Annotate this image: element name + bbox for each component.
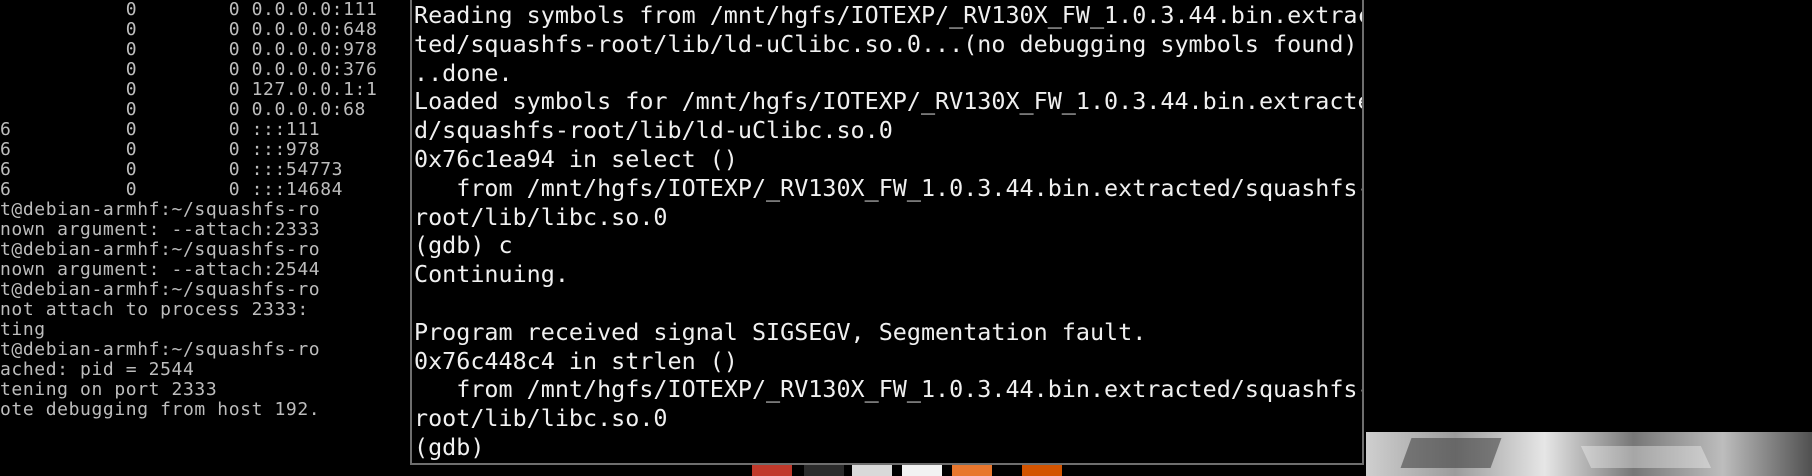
- terminal-line: Continuing.: [414, 260, 1362, 289]
- terminal-line: ..done.: [414, 58, 1362, 88]
- terminal-line: from /mnt/hgfs/IOTEXP/_RV130X_FW_1.0.3.4…: [414, 173, 1364, 203]
- terminal-line: ted/squashfs-root/lib/ld-uClibc.so.0...(…: [414, 29, 1364, 59]
- terminal-line-text: ..done.: [414, 58, 513, 87]
- background-terminal-line: t@debian-armhf:~/squashfs-ro: [0, 339, 321, 360]
- background-terminal-line: 0 0 0.0.0.0:978: [0, 39, 378, 60]
- terminal-line: d/squashfs-root/lib/ld-uClibc.so.0: [414, 116, 1362, 145]
- gdb-terminal-window[interactable]: Reading symbols from /mnt/hgfs/IOTEXP/_R…: [410, 0, 1364, 465]
- background-terminal[interactable]: 0 0 0.0.0.0:111 0 0 0.0.0.0:648 0 0 0.0.…: [0, 0, 420, 476]
- terminal-line-text: Program received signal SIGSEGV, Segment…: [414, 317, 1147, 346]
- background-terminal-line: 6 0 0 :::978: [0, 139, 321, 160]
- background-terminal-line: 0 0 0.0.0.0:648: [0, 19, 378, 40]
- terminal-line-text: Continuing.: [414, 260, 569, 289]
- background-terminal-line: not attach to process 2333:: [0, 299, 309, 320]
- terminal-line-text: from /mnt/hgfs/IOTEXP/_RV130X_FW_1.0.3.4…: [414, 173, 1364, 202]
- terminal-line-text: (gdb): [414, 432, 499, 461]
- terminal-line: root/lib/libc.so.0: [414, 404, 1362, 433]
- background-terminal-line: 0 0 0.0.0.0:111: [0, 0, 378, 20]
- terminal-line: from /mnt/hgfs/IOTEXP/_RV130X_FW_1.0.3.4…: [414, 375, 1364, 404]
- gdb-prompt-line[interactable]: (gdb): [414, 432, 1362, 462]
- terminal-line-text: 0x76c448c4 in strlen (): [414, 346, 738, 375]
- background-terminal-line: ote debugging from host 192.: [0, 399, 321, 420]
- terminal-line-text: 0x76c1ea94 in select (): [414, 144, 738, 173]
- background-terminal-line: tening on port 2333: [0, 379, 218, 400]
- terminal-line-text: d/squashfs-root/lib/ld-uClibc.so.0: [414, 116, 893, 145]
- terminal-line: 0x76c1ea94 in select (): [414, 144, 1362, 174]
- background-terminal-line: 0 0 127.0.0.1:1: [0, 79, 378, 100]
- desktop-wallpaper: [1366, 432, 1812, 476]
- text-cursor: [499, 436, 511, 458]
- background-terminal-line: t@debian-armhf:~/squashfs-ro: [0, 199, 321, 220]
- terminal-output: Reading symbols from /mnt/hgfs/IOTEXP/_R…: [412, 1, 1364, 462]
- background-terminal-line: ached: pid = 2544: [0, 359, 195, 380]
- terminal-line: 0x76c448c4 in strlen (): [414, 346, 1362, 376]
- terminal-line-text: Reading symbols from /mnt/hgfs/IOTEXP/_R…: [414, 1, 1364, 29]
- background-terminal-line: 0 0 0.0.0.0:376: [0, 59, 378, 80]
- terminal-line: Reading symbols from /mnt/hgfs/IOTEXP/_R…: [414, 1, 1364, 30]
- terminal-line: Loaded symbols for /mnt/hgfs/IOTEXP/_RV1…: [414, 87, 1364, 116]
- background-terminal-line: 6 0 0 :::111: [0, 119, 321, 140]
- screen: 0 0 0.0.0.0:111 0 0 0.0.0.0:648 0 0 0.0.…: [0, 0, 1812, 476]
- background-terminal-line: 6 0 0 :::54773: [0, 159, 344, 180]
- terminal-line-text: (gdb) c: [414, 231, 513, 260]
- terminal-line-text: from /mnt/hgfs/IOTEXP/_RV130X_FW_1.0.3.4…: [414, 375, 1364, 404]
- terminal-line-text: root/lib/libc.so.0: [414, 202, 668, 231]
- terminal-line: Program received signal SIGSEGV, Segment…: [414, 317, 1362, 347]
- background-terminal-line: t@debian-armhf:~/squashfs-ro: [0, 239, 321, 260]
- terminal-line-text: root/lib/libc.so.0: [414, 404, 668, 433]
- background-terminal-line: 0 0 0.0.0.0:68: [0, 99, 366, 120]
- background-terminal-line: nown argument: --attach:2333: [0, 219, 321, 240]
- terminal-line-text: ted/squashfs-root/lib/ld-uClibc.so.0...(…: [414, 29, 1364, 58]
- background-terminal-line: 6 0 0 :::14684: [0, 179, 344, 200]
- background-terminal-line: t@debian-armhf:~/squashfs-ro: [0, 279, 321, 300]
- terminal-line-text: Loaded symbols for /mnt/hgfs/IOTEXP/_RV1…: [414, 87, 1364, 116]
- terminal-line: root/lib/libc.so.0: [414, 202, 1362, 232]
- terminal-line: (gdb) c: [414, 231, 1362, 260]
- background-terminal-line: nown argument: --attach:2544: [0, 259, 321, 280]
- background-terminal-line: ting: [0, 319, 46, 340]
